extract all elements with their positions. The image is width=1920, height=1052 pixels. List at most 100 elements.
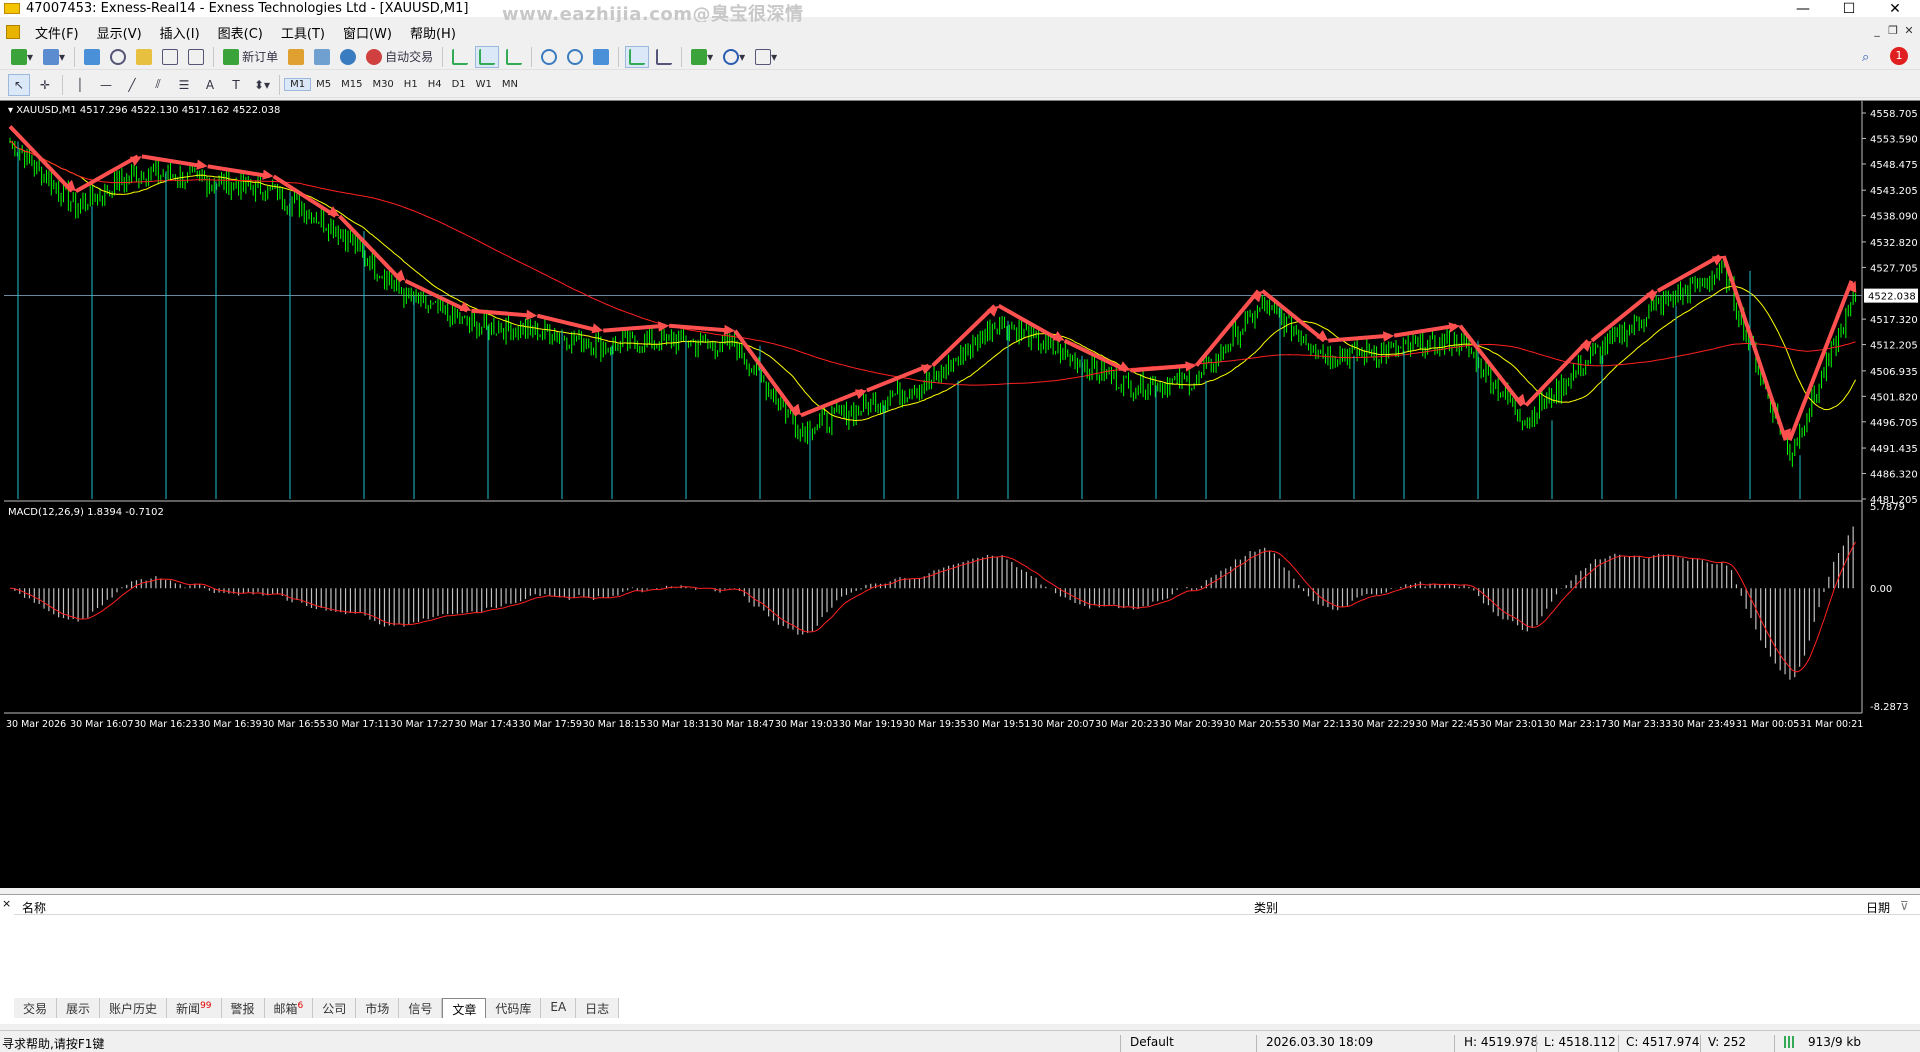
menu-window[interactable]: 窗口(W) [334, 23, 401, 42]
mdi-close-icon[interactable]: ✕ [1902, 24, 1916, 38]
price-label: 4543.205 [1870, 186, 1918, 197]
minimize-button[interactable]: — [1780, 0, 1826, 17]
zoom-out-icon [567, 48, 584, 65]
menu-tools[interactable]: 工具(T) [272, 23, 334, 42]
time-label: 30 Mar 20:55 [1223, 719, 1286, 730]
cursor-tool[interactable]: ↖ [8, 73, 30, 96]
tile-windows-button[interactable] [590, 46, 612, 68]
community-button[interactable] [311, 46, 333, 68]
zoom-out-button[interactable] [564, 46, 586, 68]
strategy-tester-button[interactable] [185, 46, 207, 68]
profiles-button[interactable]: ▾ [40, 46, 68, 68]
timeframe-w1[interactable]: W1 [471, 79, 497, 90]
timeframe-m30[interactable]: M30 [367, 79, 398, 90]
mdi-minimize-icon[interactable]: _ [1870, 24, 1884, 38]
menu-file[interactable]: 文件(F) [26, 23, 88, 42]
zoom-in-button[interactable] [538, 46, 560, 68]
terminal-tab-0[interactable]: 交易 [14, 998, 58, 1018]
timeframe-m5[interactable]: M5 [311, 79, 336, 90]
column-date[interactable]: 日期 [1866, 899, 1890, 916]
status-volume: V: 252 [1708, 1035, 1746, 1049]
terminal-button[interactable] [159, 46, 181, 68]
timeframe-h4[interactable]: H4 [423, 79, 447, 90]
price-chart[interactable]: ▾ XAUUSD,M1 4517.296 4522.130 4517.162 4… [0, 100, 1920, 888]
price-label: 4527.705 [1870, 263, 1918, 274]
crosshair-tool[interactable]: ✛ [34, 74, 56, 96]
menu-insert[interactable]: 插入(I) [151, 23, 209, 42]
search-icon[interactable]: ⌕ [1862, 50, 1869, 65]
terminal-close-icon[interactable]: × [2, 897, 11, 910]
time-label: 30 Mar 23:49 [1672, 719, 1735, 730]
terminal-tab-2[interactable]: 账户历史 [100, 998, 168, 1018]
navigator-button[interactable] [133, 46, 155, 68]
sort-icon[interactable]: ⊽ [1900, 899, 1909, 913]
macd-label: -8.2873 [1870, 702, 1909, 713]
meta-editor-button[interactable] [285, 46, 307, 68]
terminal-tab-1[interactable]: 展示 [57, 998, 101, 1018]
timeframe-d1[interactable]: D1 [447, 79, 471, 90]
close-button[interactable]: ✕ [1872, 0, 1918, 17]
data-window-button[interactable] [107, 46, 129, 68]
line-chart-button[interactable] [503, 46, 525, 68]
timeframe-mn[interactable]: MN [497, 79, 523, 90]
horizontal-line-tool[interactable]: — [95, 74, 117, 96]
terminal-tab-9[interactable]: 文章 [442, 998, 487, 1018]
status-profile[interactable]: Default [1130, 1035, 1174, 1049]
text-tool[interactable]: A [199, 74, 221, 96]
auto-trading-button[interactable]: 自动交易 [363, 46, 436, 68]
channel-icon: ⫽ [155, 77, 161, 91]
menu-charts[interactable]: 图表(C) [209, 23, 272, 42]
navigator-star-icon [136, 48, 153, 65]
trendline-tool[interactable]: ╱ [121, 74, 143, 96]
terminal-tab-3[interactable]: 新闻99 [167, 998, 222, 1018]
maximize-button[interactable]: ☐ [1826, 0, 1872, 17]
time-label: 30 Mar 16:39 [198, 719, 261, 730]
arrows-tool[interactable]: ⬍▾ [251, 74, 273, 96]
timeframe-m1[interactable]: M1 [284, 78, 312, 91]
market-watch-button[interactable] [81, 46, 103, 68]
column-name[interactable]: 名称 [22, 899, 46, 916]
trend-arrow [1261, 289, 1326, 343]
signals-button[interactable] [337, 46, 359, 68]
notification-badge[interactable]: 1 [1890, 47, 1908, 65]
terminal-tab-12[interactable]: 日志 [576, 998, 620, 1018]
terminal-tab-8[interactable]: 信号 [399, 998, 443, 1018]
price-label: 4512.205 [1870, 341, 1918, 352]
terminal-tab-5[interactable]: 邮箱6 [264, 998, 314, 1018]
bar-chart-button[interactable] [449, 46, 471, 68]
menu-view[interactable]: 显示(V) [88, 23, 151, 42]
time-label: 30 Mar 19:19 [839, 719, 902, 730]
chart-window-icon[interactable] [6, 25, 20, 39]
price-label: 4486.320 [1870, 470, 1918, 481]
indicators-icon [691, 48, 708, 65]
menu-help[interactable]: 帮助(H) [401, 23, 465, 42]
indicators-button[interactable]: ▾ [688, 46, 716, 68]
new-chart-button[interactable]: ▾ [8, 46, 36, 68]
templates-button[interactable]: ▾ [752, 46, 780, 68]
menu-bar: 文件(F) 显示(V) 插入(I) 图表(C) 工具(T) 窗口(W) 帮助(H… [0, 22, 1920, 42]
trend-arrowhead [1185, 361, 1197, 372]
chart-canvas[interactable]: ▾ XAUUSD,M1 4517.296 4522.130 4517.162 4… [0, 101, 1920, 889]
timeframe-h1[interactable]: H1 [399, 79, 423, 90]
terminal-window: 47007453: Exness-Real14 - Exness Technol… [0, 0, 1920, 1052]
terminal-tab-4[interactable]: 警报 [221, 998, 265, 1018]
periods-button[interactable]: ▾ [720, 46, 748, 68]
trend-arrow [1721, 255, 1788, 441]
terminal-tab-7[interactable]: 市场 [356, 998, 400, 1018]
connection-icon [1784, 1036, 1796, 1048]
timeframe-m15[interactable]: M15 [336, 79, 367, 90]
terminal-tab-6[interactable]: 公司 [313, 998, 357, 1018]
terminal-tab-11[interactable]: EA [541, 998, 577, 1018]
auto-scroll-button[interactable] [625, 45, 650, 68]
price-label: 4496.705 [1870, 418, 1918, 429]
text-label-tool[interactable]: T [225, 74, 247, 96]
mdi-restore-icon[interactable]: ❐ [1886, 24, 1900, 38]
channel-tool[interactable]: ⫽ [147, 74, 169, 96]
new-order-button[interactable]: 新订单 [220, 46, 281, 68]
terminal-tab-10[interactable]: 代码库 [486, 998, 542, 1018]
candlestick-button[interactable] [475, 45, 500, 68]
fibonacci-tool[interactable]: ☰ [173, 74, 195, 96]
vertical-line-tool[interactable]: │ [69, 74, 91, 96]
column-category[interactable]: 类别 [1254, 899, 1278, 916]
chart-shift-button[interactable] [653, 46, 675, 68]
